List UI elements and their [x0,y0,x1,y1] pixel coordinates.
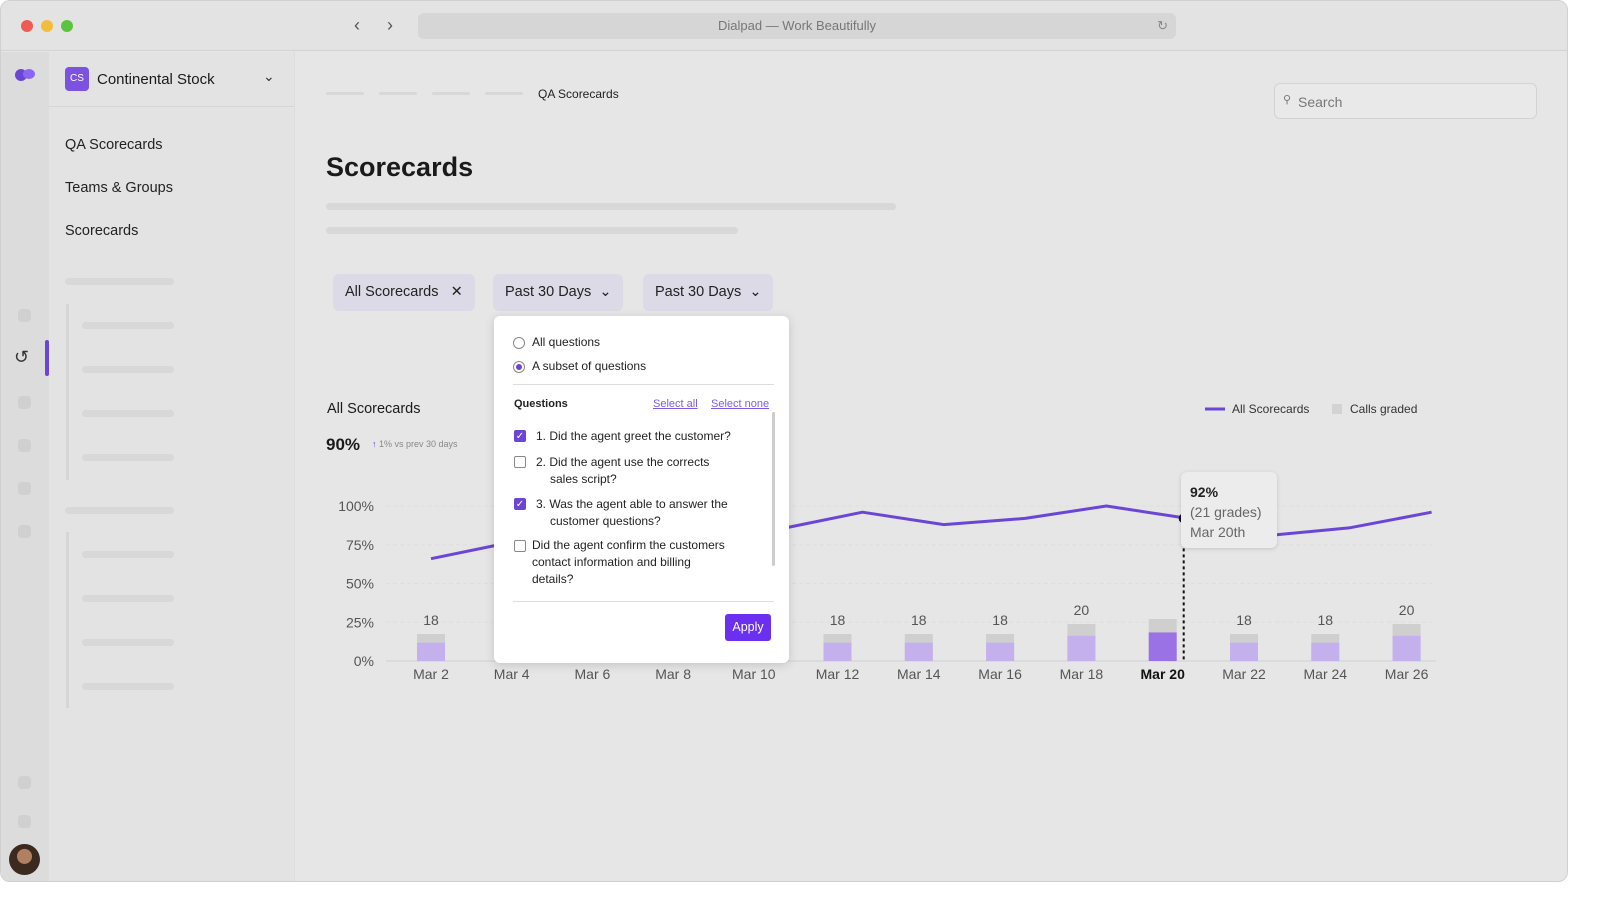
select-none-link[interactable]: Select none [711,398,769,410]
divider [513,384,774,385]
bar-value-label: 18 [423,612,439,628]
legend-label: All Scorecards [1232,402,1309,416]
app-window: ‹ › Dialpad — Work Beautifully ↻ ↺ CS Con… [0,0,1568,882]
question-filter-popup: All questions A subset of questions Ques… [494,316,789,663]
y-tick-label: 0% [354,653,374,669]
x-tick-label: Mar 26 [1385,666,1429,682]
graded-portion-bar [1148,632,1177,661]
x-tick-label: Mar 22 [1222,666,1266,682]
bar-value-label: 18 [830,612,846,628]
x-tick-label: Mar 14 [897,666,941,682]
x-tick-label: Mar 2 [413,666,449,682]
graded-portion-bar [417,642,445,661]
x-tick-label: Mar 20 [1141,666,1186,682]
question-label: 3. Was the agent able to answer the [536,497,728,511]
graded-portion-bar [986,642,1015,661]
y-tick-label: 50% [346,576,374,592]
question-checkbox-4[interactable] [514,540,526,552]
radio-subset-questions[interactable] [513,361,525,373]
tooltip-value: 92% [1190,484,1219,500]
graded-portion-bar [1392,635,1421,661]
legend-label: Calls graded [1350,402,1417,416]
question-label: details? [532,572,574,586]
graded-portion-bar [1230,642,1258,661]
x-tick-label: Mar 16 [978,666,1022,682]
chart-tooltip: 92% (21 grades) Mar 20th [1181,472,1277,548]
x-tick-label: Mar 4 [494,666,530,682]
question-checkbox-2[interactable] [514,456,526,468]
radio-label[interactable]: All questions [532,334,600,351]
y-tick-label: 100% [338,498,374,514]
question-label: contact information and billing [532,555,691,569]
question-label: customer questions? [550,514,661,528]
x-tick-label: Mar 12 [816,666,860,682]
question-checkbox-1[interactable]: ✓ [514,430,526,442]
legend-bar-swatch [1332,404,1342,414]
question-checkbox-3[interactable]: ✓ [514,498,526,510]
tooltip-grades: (21 grades) [1190,504,1262,520]
bar-value-label: 18 [992,612,1008,628]
radio-all-questions[interactable] [513,337,525,349]
bar-value-label: 18 [1236,612,1252,628]
x-tick-label: Mar 18 [1060,666,1104,682]
y-tick-label: 25% [346,614,374,630]
graded-portion-bar [904,642,933,661]
x-tick-label: Mar 8 [655,666,691,682]
question-label: sales script? [550,472,617,486]
bar-value-label: 20 [1399,602,1415,618]
x-tick-label: Mar 6 [575,666,611,682]
x-tick-label: Mar 10 [732,666,776,682]
select-all-link[interactable]: Select all [653,398,698,410]
question-label: 2. Did the agent use the corrects [536,455,710,469]
bar-value-label: 18 [1318,612,1334,628]
apply-button[interactable]: Apply [725,614,771,641]
question-label: 1. Did the agent greet the customer? [536,429,731,443]
bar-value-label: 20 [1074,602,1090,618]
graded-portion-bar [823,642,852,661]
question-label: Did the agent confirm the customers [532,538,725,552]
questions-label: Questions [514,398,568,410]
tooltip-date: Mar 20th [1190,524,1246,540]
graded-portion-bar [1067,635,1096,661]
x-tick-label: Mar 24 [1304,666,1348,682]
scrollbar[interactable] [772,412,775,566]
divider [513,601,774,602]
y-tick-label: 75% [346,537,374,553]
bar-value-label: 18 [911,612,927,628]
radio-label[interactable]: A subset of questions [532,358,646,375]
graded-portion-bar [1311,642,1340,661]
